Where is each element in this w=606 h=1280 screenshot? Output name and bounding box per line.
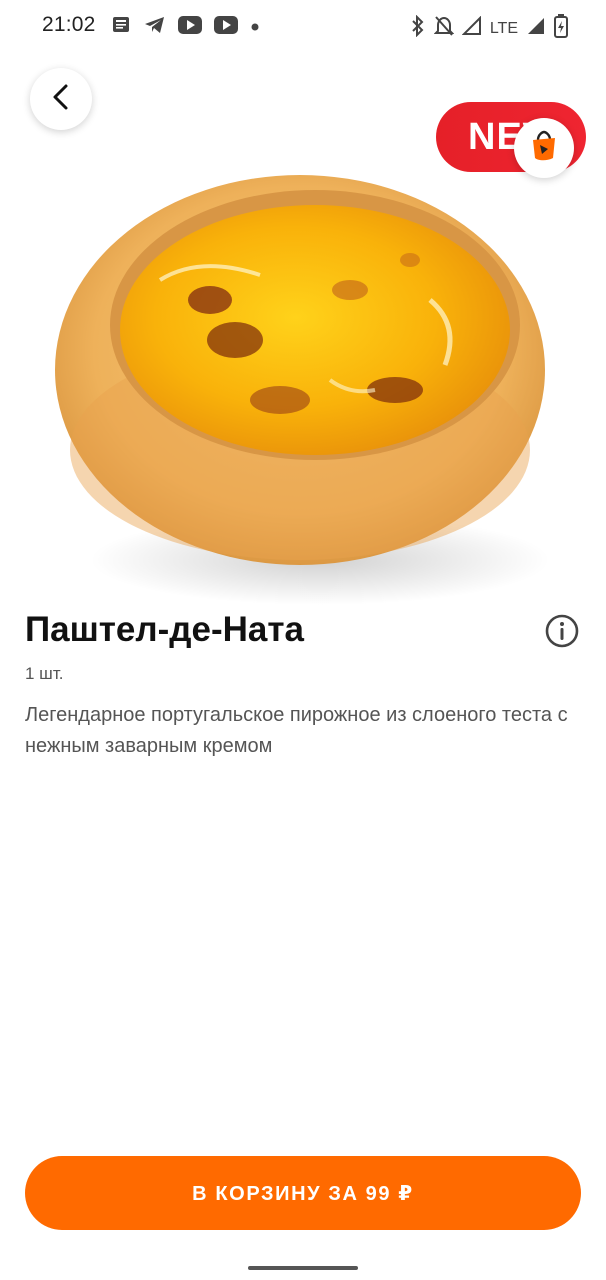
bell-off-icon [433,15,455,42]
chevron-left-icon [49,83,73,116]
status-bar: 21:02 LTE [0,0,606,50]
network-type: LTE [489,19,518,37]
product-hero: NEW [0,50,606,605]
back-button[interactable] [30,68,92,130]
youtube-icon [178,16,202,39]
youtube-icon [214,16,238,39]
signal-icon [526,16,546,41]
bluetooth-icon [410,14,426,42]
battery-charging-icon [554,14,568,43]
notification-icons [112,15,260,40]
dot-icon [250,19,260,37]
product-quantity: 1 шт. [25,664,64,683]
shopping-bag-icon [529,130,559,167]
add-to-cart-button[interactable]: В КОРЗИНУ ЗА 99 ₽ [25,1156,581,1230]
news-icon [112,15,132,40]
system-icons: LTE [410,14,568,43]
product-description: Легендарное португальское пирожное из сл… [25,704,568,757]
status-time: 21:02 [42,13,96,36]
telegram-icon [144,15,166,40]
signal-icon [461,15,482,41]
info-icon [544,614,580,653]
cart-button[interactable] [514,118,574,178]
home-indicator[interactable] [248,1266,358,1270]
product-image [50,150,550,620]
